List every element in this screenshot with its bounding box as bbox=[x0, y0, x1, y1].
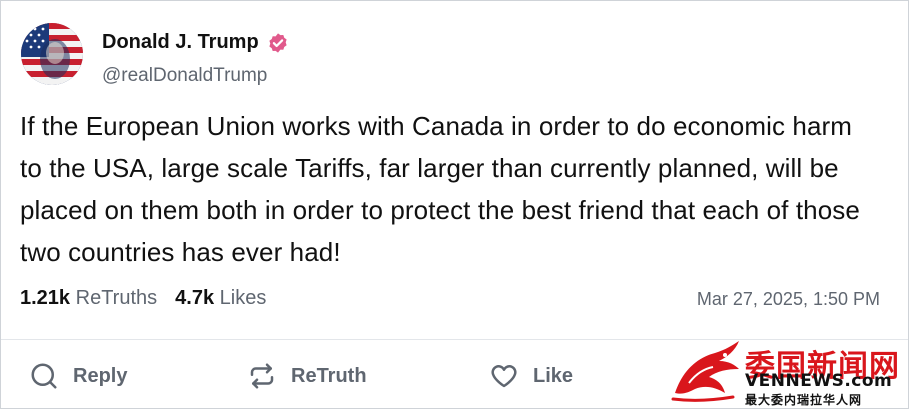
watermark: 委国新闻网 VENNEWS.com 最大委内瑞拉华人网 bbox=[669, 339, 909, 409]
watermark-site: VENNEWS.com bbox=[745, 371, 893, 391]
avatar[interactable] bbox=[21, 23, 83, 85]
post-body: If the European Union works with Canada … bbox=[20, 111, 860, 267]
author-row: Donald J. Trump bbox=[102, 31, 289, 54]
like-label: Like bbox=[533, 364, 574, 387]
retruth-button[interactable]: ReTruth bbox=[247, 361, 367, 391]
likes-label: Likes bbox=[219, 287, 267, 309]
reply-label: Reply bbox=[73, 364, 128, 387]
retruths-stat[interactable]: 1.21k ReTruths bbox=[20, 287, 157, 310]
avatar-image bbox=[21, 23, 83, 85]
retruth-label: ReTruth bbox=[291, 364, 367, 387]
post-timestamp[interactable]: Mar 27, 2025, 1:50 PM bbox=[697, 289, 880, 310]
heart-icon bbox=[491, 365, 517, 388]
verified-badge-icon bbox=[269, 32, 287, 53]
reply-icon bbox=[31, 363, 57, 389]
watermark-subtitle: 最大委内瑞拉华人网 bbox=[745, 393, 863, 407]
retruths-label: ReTruths bbox=[75, 287, 158, 309]
dragon-logo-icon bbox=[671, 341, 739, 402]
retruths-count: 1.21k bbox=[20, 287, 71, 309]
user-handle[interactable]: @realDonaldTrump bbox=[102, 65, 267, 87]
display-name[interactable]: Donald J. Trump bbox=[102, 31, 259, 54]
likes-stat[interactable]: 4.7k Likes bbox=[175, 287, 266, 310]
likes-count: 4.7k bbox=[175, 287, 215, 309]
retruth-icon bbox=[250, 363, 274, 389]
post-card: Donald J. Trump @realDonaldTrump If the … bbox=[0, 0, 909, 409]
reply-button[interactable]: Reply bbox=[29, 361, 127, 391]
post-stats: 1.21k ReTruths 4.7k Likes bbox=[20, 287, 266, 310]
like-button[interactable]: Like bbox=[489, 361, 573, 391]
